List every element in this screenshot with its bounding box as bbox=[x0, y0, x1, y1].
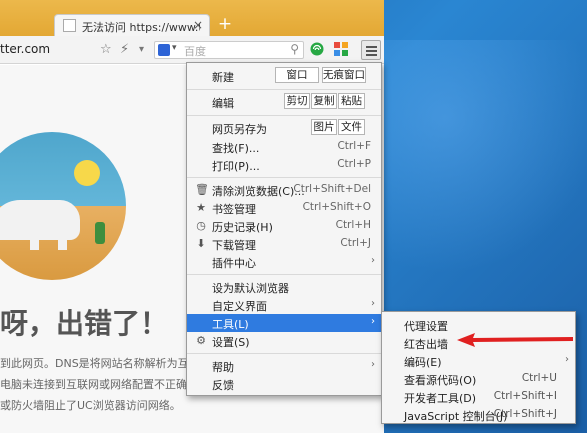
submenu-console-shortcut: Ctrl+Shift+J bbox=[493, 408, 557, 420]
main-menu-button[interactable] bbox=[361, 40, 381, 60]
download-icon: ⬇ bbox=[196, 237, 206, 250]
apps-icon[interactable] bbox=[334, 42, 348, 56]
menu-item-downloads[interactable]: ⬇ 下载管理 Ctrl+J bbox=[187, 235, 381, 253]
menu-history-label: 历史记录(H) bbox=[212, 221, 273, 234]
chevron-right-icon: › bbox=[565, 354, 569, 365]
paste-button[interactable]: 粘贴 bbox=[338, 93, 365, 109]
menu-item-bookmarks[interactable]: ★ 书签管理 Ctrl+Shift+O bbox=[187, 199, 381, 217]
menu-clear-shortcut: Ctrl+Shift+Del bbox=[293, 183, 371, 195]
new-window-button[interactable]: 窗口 bbox=[275, 67, 319, 83]
menu-settings-label: 设置(S) bbox=[212, 336, 250, 349]
submenu-item-js-console[interactable]: JavaScript 控制台(J) Ctrl+Shift+J bbox=[382, 406, 575, 424]
tools-submenu: 代理设置 红杏出墙 编码(E) › 查看源代码(O) Ctrl+U 开发者工具(… bbox=[381, 311, 576, 424]
bolt-icon[interactable]: ⚡ bbox=[120, 42, 129, 57]
chevron-right-icon: › bbox=[371, 316, 375, 327]
menu-item-customize[interactable]: 自定义界面 › bbox=[187, 296, 381, 314]
copy-button[interactable]: 复制 bbox=[311, 93, 337, 109]
menu-find-shortcut: Ctrl+F bbox=[337, 140, 371, 152]
star-icon: ★ bbox=[196, 201, 206, 214]
baidu-paw-icon[interactable] bbox=[158, 44, 170, 56]
menu-tools-label: 工具(L) bbox=[212, 318, 249, 331]
error-line-1: 到此网页。DNS是将网站名称解析为互联网 bbox=[0, 357, 211, 370]
bear-leg bbox=[30, 232, 39, 250]
cactus-graphic bbox=[95, 222, 105, 244]
menu-edit-label: 编辑 bbox=[212, 97, 234, 110]
error-headline: 呀，出错了！ bbox=[0, 307, 169, 340]
chevron-right-icon: › bbox=[371, 298, 375, 309]
menu-row-new: 新建 窗口 无痕窗口 bbox=[187, 67, 381, 85]
browser-tab[interactable]: 无法访问 https://www.tw × bbox=[54, 14, 210, 36]
menu-downloads-label: 下载管理 bbox=[212, 239, 256, 252]
annotation-arrow-icon bbox=[457, 333, 573, 347]
menu-set-default-label: 设为默认浏览器 bbox=[212, 282, 289, 295]
menu-item-clear-data[interactable]: 🗑 清除浏览数据(C)... Ctrl+Shift+Del bbox=[187, 181, 381, 199]
address-dropdown-icon[interactable]: ▾ bbox=[139, 44, 144, 55]
gear-icon: ⚙ bbox=[196, 334, 206, 347]
error-line-3: 或防火墙阻止了UC浏览器访问网络。 bbox=[0, 399, 181, 412]
chevron-right-icon: › bbox=[371, 359, 375, 370]
menu-item-set-default[interactable]: 设为默认浏览器 bbox=[187, 278, 381, 296]
menu-save-as-label: 网页另存为 bbox=[212, 123, 267, 136]
submenu-console-label: JavaScript 控制台(J) bbox=[404, 410, 508, 423]
menu-plugins-label: 插件中心 bbox=[212, 257, 256, 270]
main-menu: 新建 窗口 无痕窗口 编辑 剪切 复制 粘贴 网页另存为 图片 文件 查找(F)… bbox=[186, 62, 382, 396]
menu-item-help[interactable]: 帮助 › bbox=[187, 357, 381, 375]
menu-customize-label: 自定义界面 bbox=[212, 300, 267, 313]
submenu-encoding-label: 编码(E) bbox=[404, 356, 442, 369]
menu-item-feedback[interactable]: 反馈 bbox=[187, 375, 381, 393]
menu-new-label: 新建 bbox=[212, 71, 234, 84]
menu-item-plugins[interactable]: 插件中心 › bbox=[187, 253, 381, 271]
menu-clear-label: 清除浏览数据(C)... bbox=[212, 185, 305, 198]
close-tab-icon[interactable]: × bbox=[193, 18, 203, 32]
submenu-devtools-shortcut: Ctrl+Shift+I bbox=[493, 390, 557, 402]
polar-bear-graphic bbox=[0, 200, 80, 240]
submenu-devtools-label: 开发者工具(D) bbox=[404, 392, 477, 405]
new-incognito-button[interactable]: 无痕窗口 bbox=[322, 67, 366, 83]
tab-bar: 无法访问 https://www.tw × + bbox=[0, 0, 384, 36]
menu-feedback-label: 反馈 bbox=[212, 379, 234, 392]
menu-print-label: 打印(P)... bbox=[212, 160, 260, 173]
error-line-2: 电脑未连接到互联网或网络配置不正确， bbox=[0, 378, 198, 391]
search-input[interactable]: ▾ 百度 ⚲ bbox=[154, 41, 304, 59]
bear-leg bbox=[58, 232, 67, 250]
menu-row-edit: 编辑 剪切 复制 粘贴 bbox=[187, 93, 381, 111]
menu-item-tools[interactable]: 工具(L) › bbox=[187, 314, 381, 332]
save-file-button[interactable]: 文件 bbox=[338, 119, 365, 135]
save-image-button[interactable]: 图片 bbox=[311, 119, 337, 135]
menu-find-label: 查找(F)... bbox=[212, 142, 260, 155]
menu-downloads-shortcut: Ctrl+J bbox=[340, 237, 371, 249]
menu-item-settings[interactable]: ⚙ 设置(S) bbox=[187, 332, 381, 350]
address-toolbar: tter.com ☆ ⚡ ▾ ▾ 百度 ⚲ bbox=[0, 36, 384, 64]
page-icon bbox=[63, 19, 76, 32]
menu-bookmarks-label: 书签管理 bbox=[212, 203, 256, 216]
chevron-down-icon[interactable]: ▾ bbox=[172, 43, 177, 53]
submenu-proxy-label: 代理设置 bbox=[404, 320, 448, 333]
menu-item-find[interactable]: 查找(F)... Ctrl+F bbox=[187, 138, 381, 156]
star-icon[interactable]: ☆ bbox=[100, 42, 112, 57]
menu-item-print[interactable]: 打印(P)... Ctrl+P bbox=[187, 156, 381, 174]
sun-graphic bbox=[74, 160, 100, 186]
menu-item-history[interactable]: ◷ 历史记录(H) Ctrl+H bbox=[187, 217, 381, 235]
menu-print-shortcut: Ctrl+P bbox=[337, 158, 371, 170]
submenu-source-shortcut: Ctrl+U bbox=[521, 372, 557, 384]
trash-icon: 🗑 bbox=[195, 183, 209, 196]
new-tab-button[interactable]: + bbox=[216, 15, 234, 33]
address-bar[interactable]: tter.com bbox=[0, 42, 50, 56]
submenu-vpn-label: 红杏出墙 bbox=[404, 338, 448, 351]
chevron-right-icon: › bbox=[371, 255, 375, 266]
menu-help-label: 帮助 bbox=[212, 361, 234, 374]
menu-bookmarks-shortcut: Ctrl+Shift+O bbox=[302, 201, 371, 213]
menu-row-save-as: 网页另存为 图片 文件 bbox=[187, 119, 381, 137]
submenu-item-devtools[interactable]: 开发者工具(D) Ctrl+Shift+I bbox=[382, 388, 575, 406]
network-icon[interactable] bbox=[310, 42, 324, 56]
submenu-item-view-source[interactable]: 查看源代码(O) Ctrl+U bbox=[382, 370, 575, 388]
clock-icon: ◷ bbox=[196, 219, 206, 232]
submenu-item-encoding[interactable]: 编码(E) › bbox=[382, 352, 575, 370]
search-icon[interactable]: ⚲ bbox=[290, 42, 299, 56]
tab-title: 无法访问 https://www.tw bbox=[82, 21, 200, 34]
menu-history-shortcut: Ctrl+H bbox=[335, 219, 371, 231]
submenu-source-label: 查看源代码(O) bbox=[404, 374, 477, 387]
search-placeholder: 百度 bbox=[184, 45, 206, 58]
cut-button[interactable]: 剪切 bbox=[284, 93, 310, 109]
